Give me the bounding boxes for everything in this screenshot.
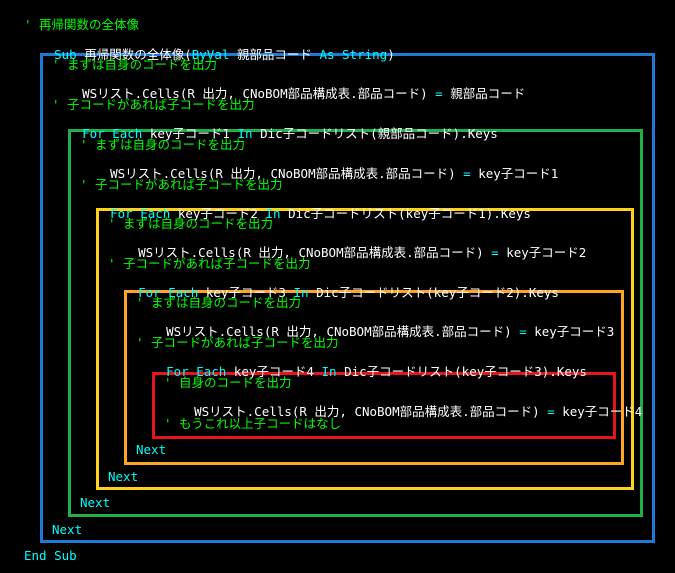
level3-for-collection: Dic子コードリスト(key子コード2).Keys [308, 285, 559, 300]
level4-output-eq: = [511, 324, 535, 339]
level3-output-value: key子コード2 [506, 245, 587, 260]
level2-next-keyword: Next [80, 495, 111, 510]
level5-comment-output: ' 自身のコードを出力 [164, 375, 292, 390]
level3-output-eq: = [483, 245, 507, 260]
as-string-keyword: As String [319, 47, 388, 62]
level4-comment-output: ' まずは自身のコードを出力 [136, 295, 302, 310]
level2-for-collection: Dic子コードリスト(key子コード1).Keys [280, 206, 531, 221]
level2-output-eq: = [455, 166, 479, 181]
level4-next-keyword: Next [136, 442, 167, 457]
level5-comment-end: ' もうこれ以上子コードはなし [164, 416, 342, 431]
level1-for-collection: Dic子コードリスト(親部品コード).Keys [252, 126, 498, 141]
level2-comment-output: ' まずは自身のコードを出力 [80, 137, 246, 152]
sub-close-paren: ) [387, 47, 395, 62]
level1-comment-output: ' まずは自身のコードを出力 [52, 57, 218, 72]
code-figure: ' 再帰関数の全体像 Sub 再帰関数の全体像(ByVal 親部品コード As … [0, 0, 675, 573]
sub-parameter: 親部品コード [229, 47, 320, 62]
level4-output-value: key子コード3 [534, 324, 615, 339]
level5-output-value: key子コード4 [562, 404, 643, 419]
level3-next-keyword: Next [108, 469, 139, 484]
level3-comment-children: ' 子コードがあれば子コードを出力 [108, 256, 311, 271]
level5-output-eq: = [539, 404, 563, 419]
level1-output-eq: = [427, 86, 451, 101]
title-comment: ' 再帰関数の全体像 [24, 17, 140, 32]
level4-comment-children: ' 子コードがあれば子コードを出力 [136, 335, 339, 350]
level1-next-keyword: Next [52, 522, 83, 537]
level3-comment-output: ' まずは自身のコードを出力 [108, 216, 274, 231]
level1-comment-children: ' 子コードがあれば子コードを出力 [52, 97, 255, 112]
level1-output-value: 親部品コード [450, 86, 526, 101]
level2-comment-children: ' 子コードがあれば子コードを出力 [80, 177, 283, 192]
level2-output-value: key子コード1 [478, 166, 559, 181]
end-sub-keyword: End Sub [24, 548, 77, 563]
level4-for-collection: Dic子コードリスト(key子コード3).Keys [336, 364, 587, 379]
level4-in-keyword: In [321, 364, 337, 379]
